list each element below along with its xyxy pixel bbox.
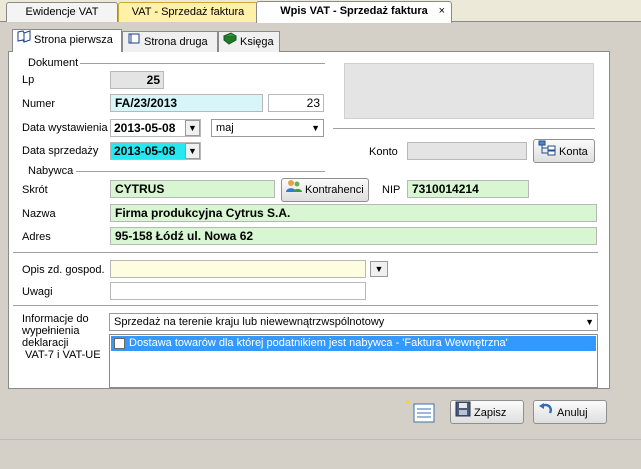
lp-label: Lp — [22, 74, 35, 86]
data-wystawienia-label: Data wystawienia — [22, 122, 108, 134]
list-item[interactable]: Dostawa towarów dla której podatnikiem j… — [111, 336, 596, 351]
adres-field[interactable]: 95-158 Łódź ul. Nowa 62 — [110, 227, 597, 245]
skrot-field[interactable]: CYTRUS — [110, 180, 275, 198]
divider — [13, 252, 598, 253]
green-book-icon — [223, 32, 237, 52]
chevron-down-icon[interactable]: ▼ — [370, 261, 388, 277]
nazwa-field[interactable]: Firma produkcyjna Cytrus S.A. — [110, 204, 597, 222]
tab-wpis-vat-sprzedaz-faktura[interactable]: Wpis VAT - Sprzedaż faktura × — [256, 1, 452, 23]
divider — [76, 171, 325, 172]
info-area — [344, 63, 594, 119]
tab-ksiega[interactable]: Księga — [218, 31, 280, 52]
save-disk-icon — [455, 401, 471, 425]
group-dokument-label: Dokument — [28, 57, 79, 69]
lp-field: 25 — [110, 71, 164, 89]
close-icon[interactable]: × — [439, 2, 445, 20]
zapisz-button[interactable]: Zapisz — [450, 400, 524, 424]
book-open-icon — [17, 30, 31, 50]
nazwa-label: Nazwa — [22, 208, 56, 220]
data-sprzedazy-label: Data sprzedaży — [22, 145, 99, 157]
numer-field[interactable]: FA/23/2013 — [110, 94, 263, 112]
adres-label: Adres — [22, 231, 51, 243]
month-select[interactable]: maj ▼ — [211, 119, 324, 137]
chevron-down-icon: ▼ — [585, 317, 594, 327]
informacje-label: Informacje do wypełnienia deklaracji VAT… — [22, 313, 101, 361]
konto-label: Konto — [369, 146, 398, 158]
divider — [80, 63, 325, 64]
new-doc-icon[interactable] — [404, 396, 438, 426]
opis-field[interactable] — [110, 260, 366, 278]
undo-arrow-icon — [538, 401, 554, 425]
informacje-list: Dostawa towarów dla której podatnikiem j… — [109, 334, 598, 388]
skrot-label: Skrót — [22, 184, 48, 196]
contacts-icon — [286, 179, 302, 201]
divider — [333, 128, 595, 129]
checkbox[interactable] — [114, 338, 125, 349]
uwagi-field[interactable] — [110, 282, 366, 300]
konto-field[interactable] — [407, 142, 527, 160]
informacje-select[interactable]: Sprzedaż na terenie kraju lub niewewnątr… — [109, 313, 598, 331]
tab-strona-pierwsza[interactable]: Strona pierwsza — [12, 29, 122, 52]
chevron-down-icon: ▼ — [311, 123, 320, 133]
divider — [0, 439, 641, 440]
numer-seq-field[interactable]: 23 — [268, 94, 324, 112]
group-nabywca-label: Nabywca — [28, 165, 74, 177]
tab-strona-druga[interactable]: Strona druga — [122, 31, 218, 52]
book-icon — [127, 32, 141, 52]
document-tabs-bar: Ewidencje VAT VAT - Sprzedaż faktura Wpi… — [0, 0, 641, 23]
accounts-tree-icon — [538, 140, 556, 164]
chevron-down-icon[interactable]: ▼ — [185, 143, 200, 159]
anuluj-button[interactable]: Anuluj — [533, 400, 607, 424]
konta-button[interactable]: Konta — [533, 139, 595, 163]
chevron-down-icon[interactable]: ▼ — [185, 120, 200, 136]
tab-vat-sprzedaz-faktura[interactable]: VAT - Sprzedaż faktura — [118, 2, 258, 22]
nip-label: NIP — [382, 184, 401, 196]
opis-label: Opis zd. gospod. — [22, 264, 105, 276]
nip-field[interactable]: 7310014214 — [407, 180, 529, 198]
tab-ewidencje-vat[interactable]: Ewidencje VAT — [6, 2, 118, 22]
divider — [13, 305, 598, 306]
numer-label: Numer — [22, 98, 56, 110]
uwagi-label: Uwagi — [22, 286, 53, 298]
kontrahenci-button[interactable]: Kontrahenci — [281, 178, 369, 202]
